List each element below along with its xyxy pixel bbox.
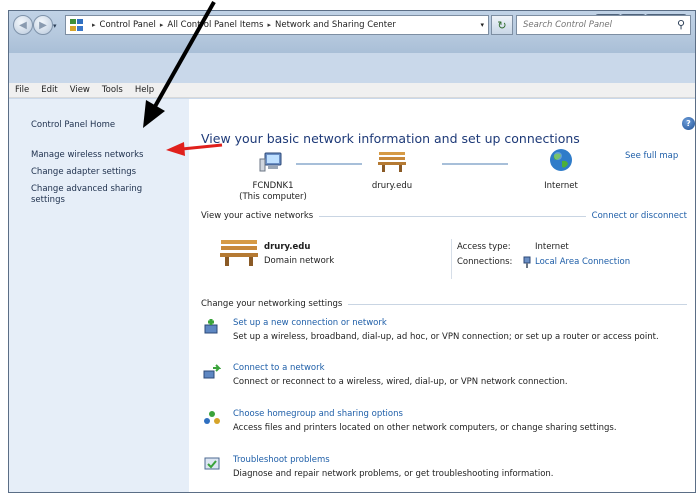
search-input[interactable] xyxy=(523,20,673,30)
access-type-value: Internet xyxy=(535,242,569,252)
refresh-icon: ↻ xyxy=(497,18,507,32)
sidebar-manage-wireless-networks[interactable]: Manage wireless networks xyxy=(31,150,143,161)
active-network-type[interactable]: Domain network xyxy=(264,256,334,266)
connections-label: Connections: xyxy=(457,257,513,267)
active-network-name: drury.edu xyxy=(264,242,311,252)
bench-icon xyxy=(378,152,406,172)
main-content: ? View your basic network information an… xyxy=(189,99,695,492)
menu-view[interactable]: View xyxy=(70,85,90,95)
address-dropdown-icon[interactable]: ▾ xyxy=(480,21,484,29)
section-divider xyxy=(319,216,586,217)
task-description: Access files and printers located on oth… xyxy=(233,423,617,433)
breadcrumb-separator[interactable]: ▸ xyxy=(160,21,164,29)
sidebar-change-advanced-sharing[interactable]: Change advanced sharing settings xyxy=(31,184,142,206)
task-title[interactable]: Choose homegroup and sharing options xyxy=(233,409,403,419)
recent-pages-dropdown-icon[interactable]: ▾ xyxy=(53,22,57,30)
menu-bar: File Edit View Tools Help xyxy=(9,83,695,98)
map-connection-line xyxy=(442,163,508,165)
globe-icon xyxy=(550,149,572,171)
forward-arrow-icon: ▶ xyxy=(39,19,47,31)
section-divider xyxy=(348,304,687,305)
homegroup-icon xyxy=(204,411,220,424)
connect-or-disconnect-link[interactable]: Connect or disconnect xyxy=(586,211,687,221)
control-panel-window: – □ x ◀ ▶ ▾ ▸ Control Panel ▸ All Contro… xyxy=(8,10,696,493)
active-networks-header: View your active networks Connect or dis… xyxy=(201,210,687,222)
task-title[interactable]: Troubleshoot problems xyxy=(233,455,330,465)
breadcrumb-separator[interactable]: ▸ xyxy=(267,21,271,29)
settings-heading: Change your networking settings xyxy=(201,299,343,309)
task-description: Connect or reconnect to a wireless, wire… xyxy=(233,377,568,387)
task-description: Set up a wireless, broadband, dial-up, a… xyxy=(233,332,659,342)
access-type-label: Access type: xyxy=(457,242,511,252)
page-title: View your basic network information and … xyxy=(201,131,580,146)
menu-tools[interactable]: Tools xyxy=(102,85,123,95)
refresh-button[interactable]: ↻ xyxy=(491,15,513,35)
magnifier-icon[interactable]: ⚲ xyxy=(677,18,685,31)
control-panel-icon xyxy=(70,19,84,31)
task-description: Diagnose and repair network problems, or… xyxy=(233,469,554,479)
breadcrumb-separator: ▸ xyxy=(92,21,96,29)
see-full-map-link[interactable]: See full map xyxy=(625,151,678,161)
back-button[interactable]: ◀ xyxy=(13,15,33,35)
menu-file[interactable]: File xyxy=(15,85,29,95)
ethernet-icon xyxy=(523,256,531,268)
local-area-connection-link[interactable]: Local Area Connection xyxy=(535,257,630,267)
new-connection-icon xyxy=(204,319,218,334)
network-divider xyxy=(451,239,452,279)
troubleshoot-icon xyxy=(204,457,220,470)
navigation-bar: ◀ ▶ ▾ ▸ Control Panel ▸ All Control Pane… xyxy=(9,13,695,37)
node-label-domain: drury.edu xyxy=(371,181,413,191)
task-title[interactable]: Set up a new connection or network xyxy=(233,318,387,328)
menu-help[interactable]: Help xyxy=(135,85,154,95)
sidebar-change-adapter-settings[interactable]: Change adapter settings xyxy=(31,167,136,178)
network-bench-icon xyxy=(220,240,258,266)
active-networks-heading: View your active networks xyxy=(201,211,314,221)
breadcrumb-network-sharing-center[interactable]: Network and Sharing Center xyxy=(275,20,396,30)
menu-edit[interactable]: Edit xyxy=(41,85,57,95)
sidebar-control-panel-home[interactable]: Control Panel Home xyxy=(31,120,115,131)
address-bar[interactable]: ▸ Control Panel ▸ All Control Panel Item… xyxy=(65,15,489,35)
search-box[interactable]: ⚲ xyxy=(516,15,691,35)
forward-button[interactable]: ▶ xyxy=(33,15,53,35)
sidebar: Control Panel Home Manage wireless netwo… xyxy=(9,99,189,492)
connect-network-icon xyxy=(203,364,221,379)
breadcrumb-all-items[interactable]: All Control Panel Items xyxy=(167,20,263,30)
task-title[interactable]: Connect to a network xyxy=(233,363,325,373)
node-label-internet: Internet xyxy=(544,181,578,191)
title-bar: – □ x ◀ ▶ ▾ ▸ Control Panel ▸ All Contro… xyxy=(9,11,695,53)
back-arrow-icon: ◀ xyxy=(19,19,27,31)
map-connection-line xyxy=(296,163,362,165)
help-icon[interactable]: ? xyxy=(682,117,695,130)
breadcrumb-control-panel[interactable]: Control Panel xyxy=(100,20,156,30)
computer-icon xyxy=(259,152,282,172)
settings-header: Change your networking settings xyxy=(201,298,687,310)
node-label-this-computer: FCNDNK1 (This computer) xyxy=(239,181,307,202)
